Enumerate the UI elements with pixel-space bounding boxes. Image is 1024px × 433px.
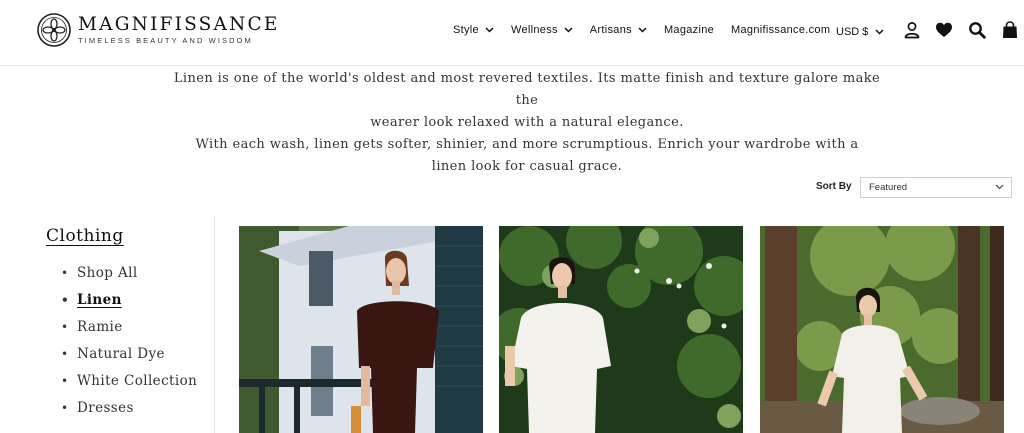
nav-item-label: Artisans (589, 24, 632, 36)
nav-item-label: Magazine (663, 24, 715, 36)
brand-logo[interactable]: MAGNIFISSANCE TIMELESS BEAUTY AND WISDOM (37, 13, 280, 47)
chevron-down-icon (564, 27, 573, 33)
product-image[interactable] (499, 226, 743, 433)
product-card[interactable] (239, 226, 483, 433)
sort-by-select[interactable]: Featured (860, 177, 1012, 198)
product-card[interactable] (760, 226, 1004, 433)
nav-item-artisans[interactable]: Artisans (590, 24, 647, 36)
chevron-down-icon (485, 27, 494, 33)
currency-selector[interactable]: USD $ (836, 26, 884, 38)
description-line: With each wash, linen gets softer, shini… (195, 137, 859, 152)
product-card[interactable] (499, 226, 743, 433)
brand-name: MAGNIFISSANCE (78, 14, 280, 35)
search-icon[interactable] (968, 21, 986, 39)
currency-label: USD $ (836, 26, 869, 38)
nav-item-style[interactable]: Style (453, 24, 494, 36)
nav-item-magnifissance-com[interactable]: Magnifissance.com (731, 24, 830, 36)
sort-by-label: Sort By (816, 181, 852, 192)
main-nav: Style Wellness Artisans Magazine Magnifi… (453, 24, 847, 36)
nav-item-wellness[interactable]: Wellness (511, 24, 573, 36)
collection-description: Linen is one of the world's oldest and m… (170, 68, 884, 178)
nav-item-label: Magnifissance.com (731, 24, 831, 36)
logo-emblem-icon (37, 13, 71, 47)
category-item-white-collection[interactable]: White Collection (61, 371, 197, 398)
category-sidebar: Clothing Shop All Linen Ramie Natural Dy… (46, 226, 197, 425)
nav-item-label: Style (453, 24, 479, 36)
site-header: MAGNIFISSANCE TIMELESS BEAUTY AND WISDOM… (0, 0, 1024, 66)
chevron-down-icon (638, 27, 647, 33)
description-line: Linen is one of the world's oldest and m… (173, 71, 881, 108)
account-icon[interactable] (903, 21, 921, 39)
sidebar-title[interactable]: Clothing (46, 226, 197, 246)
nav-item-label: Wellness (510, 24, 558, 36)
category-item-natural-dye[interactable]: Natural Dye (61, 344, 197, 371)
category-item-dresses[interactable]: Dresses (61, 398, 197, 425)
description-line: wearer look relaxed with a natural elega… (370, 115, 684, 130)
product-image[interactable] (239, 226, 483, 433)
sidebar-divider (214, 216, 215, 433)
heart-icon[interactable] (935, 21, 953, 39)
category-item-ramie[interactable]: Ramie (61, 317, 197, 344)
category-list: Shop All Linen Ramie Natural Dye White C… (61, 263, 197, 425)
category-item-linen[interactable]: Linen (61, 290, 197, 317)
chevron-down-icon (875, 29, 884, 35)
bag-icon[interactable] (1001, 21, 1019, 39)
sort-selected-value: Featured (869, 182, 908, 193)
brand-tagline: TIMELESS BEAUTY AND WISDOM (78, 36, 253, 45)
product-image[interactable] (760, 226, 1004, 433)
category-item-shop-all[interactable]: Shop All (61, 263, 197, 290)
nav-item-magazine[interactable]: Magazine (664, 24, 714, 36)
description-line: linen look for casual grace. (431, 159, 623, 174)
chevron-down-icon (995, 184, 1004, 190)
